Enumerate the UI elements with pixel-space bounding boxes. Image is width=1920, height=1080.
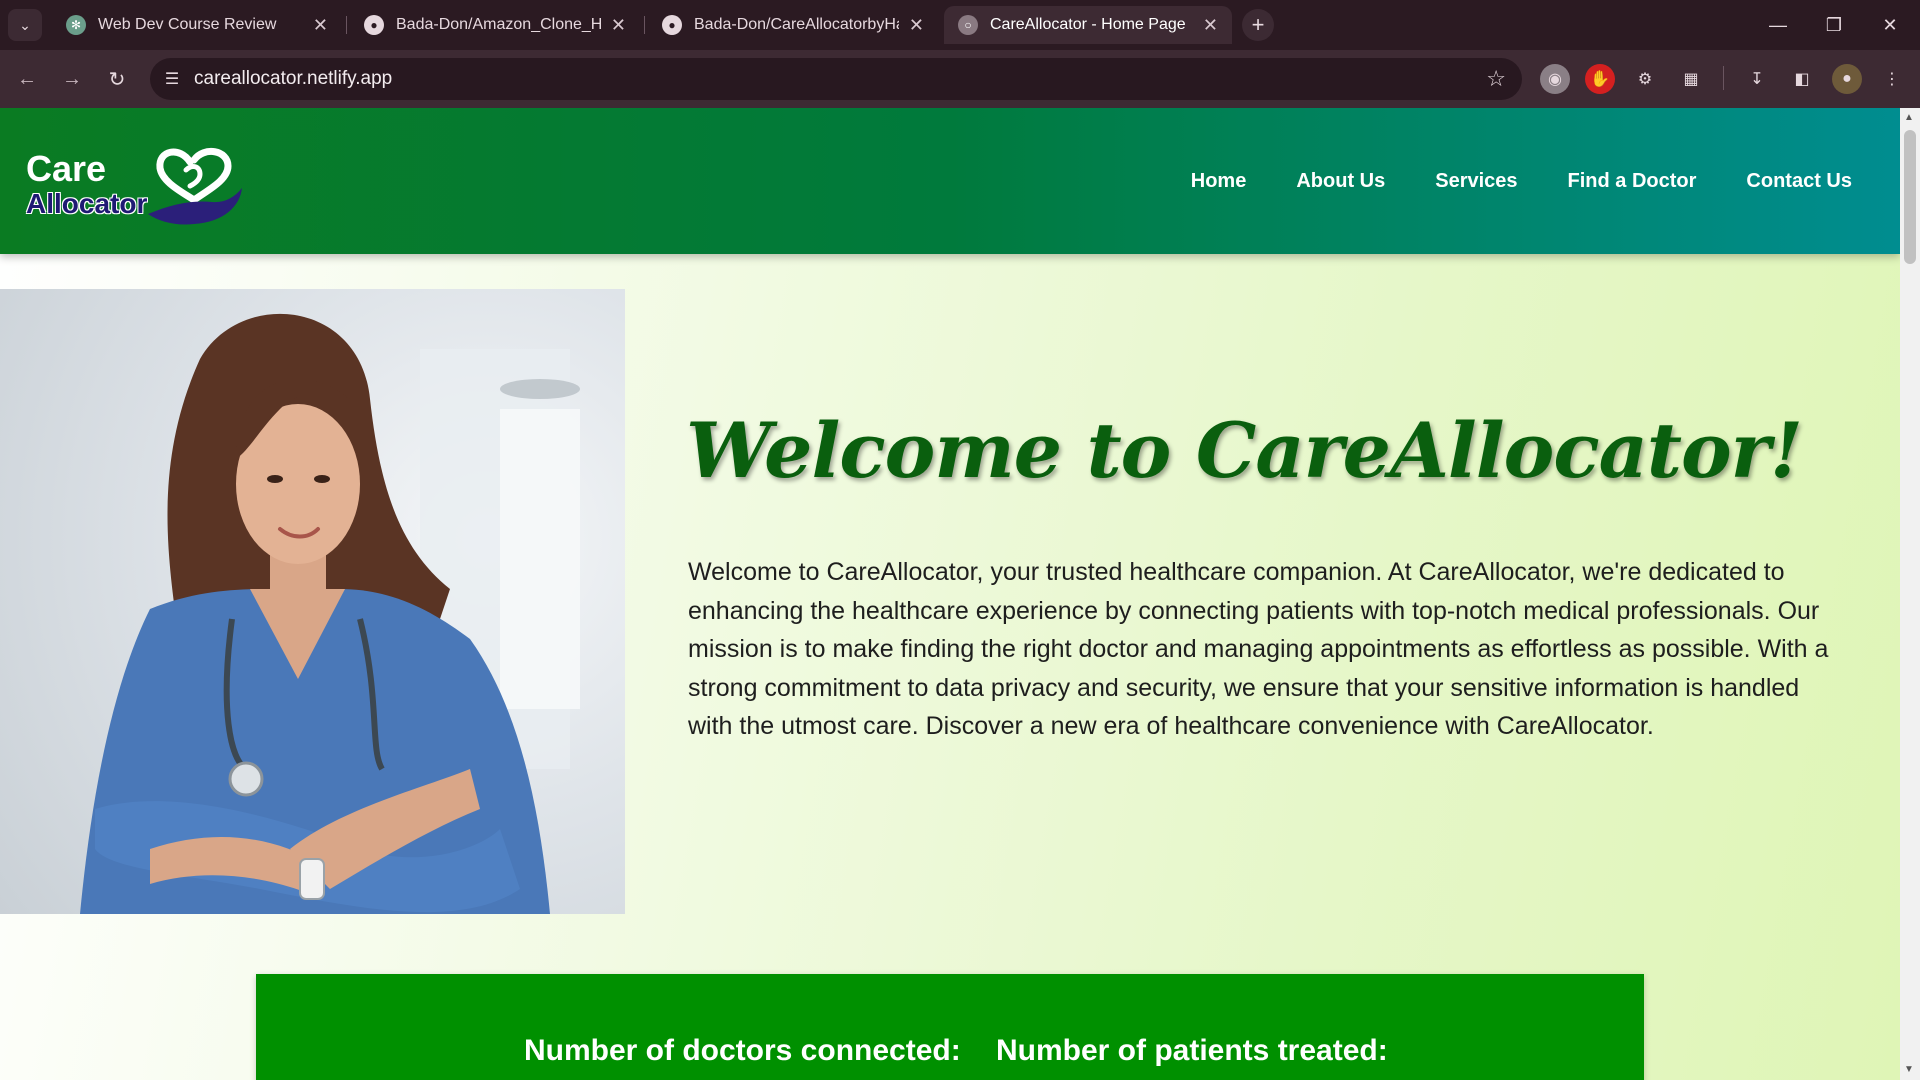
toolbar-divider xyxy=(1723,66,1724,90)
close-icon[interactable]: ✕ xyxy=(611,15,626,36)
web-page: Care Allocator Home About Us Services Fi… xyxy=(0,108,1900,1080)
download-icon[interactable]: ↧ xyxy=(1742,64,1772,94)
browser-tab[interactable]: ✻ Web Dev Course Review ✕ xyxy=(52,6,342,44)
github-icon: ● xyxy=(662,15,682,35)
stats-banner: Number of doctors connected: Number of p… xyxy=(256,974,1644,1080)
globe-icon: ○ xyxy=(958,15,978,35)
browser-tab-active[interactable]: ○ CareAllocator - Home Page ✕ xyxy=(944,6,1232,44)
tab-search-button[interactable]: ⌄ xyxy=(8,9,42,41)
restore-icon: ❐ xyxy=(1825,14,1843,35)
plus-icon: + xyxy=(1251,12,1265,37)
tab-title: CareAllocator - Home Page xyxy=(990,16,1186,33)
nurse-illustration xyxy=(80,313,580,914)
bookmark-star-icon[interactable]: ☆ xyxy=(1486,66,1506,92)
heart-hand-logo-icon xyxy=(148,148,242,225)
minimize-icon: — xyxy=(1769,14,1787,35)
new-tab-button[interactable]: + xyxy=(1242,9,1274,41)
close-icon[interactable]: ✕ xyxy=(909,15,924,36)
browser-toolbar: ← → ↻ ☰ careallocator.netlify.app ☆ ◉ ✋ … xyxy=(0,50,1920,108)
logo-text-care: Care xyxy=(26,148,107,189)
tab-title: Web Dev Course Review xyxy=(98,16,277,33)
minimize-button[interactable]: — xyxy=(1758,8,1798,42)
forward-button[interactable]: → xyxy=(55,62,89,96)
logo-text-allocator: Allocator xyxy=(26,188,148,219)
patients-treated-label: Number of patients treated: xyxy=(996,1034,1388,1067)
close-window-button[interactable]: ✕ xyxy=(1870,8,1910,42)
site-logo[interactable]: Care Allocator xyxy=(26,140,256,230)
scroll-up-arrow-icon[interactable]: ▲ xyxy=(1904,112,1914,123)
arrow-left-icon: ← xyxy=(17,67,37,90)
url-text[interactable]: careallocator.netlify.app xyxy=(194,68,392,90)
browser-tab[interactable]: ● Bada-Don/Amazon_Clone_Har ✕ xyxy=(350,6,640,44)
tab-title: Bada-Don/CareAllocatorbyHar xyxy=(694,16,899,33)
hero-nurse-image xyxy=(0,289,625,914)
tab-title: Bada-Don/Amazon_Clone_Har xyxy=(396,16,601,33)
chatgpt-icon: ✻ xyxy=(66,15,86,35)
side-panel-icon[interactable]: ◧ xyxy=(1787,64,1817,94)
scroll-down-arrow-icon[interactable]: ▼ xyxy=(1904,1064,1914,1075)
nav-contact-us[interactable]: Contact Us xyxy=(1746,170,1852,193)
extension-gear-icon[interactable]: ⚙ xyxy=(1630,64,1660,94)
chevron-down-icon: ⌄ xyxy=(19,16,31,33)
extension-icon[interactable]: ◉ xyxy=(1540,64,1570,94)
nav-about-us[interactable]: About Us xyxy=(1296,170,1385,193)
browser-tab[interactable]: ● Bada-Don/CareAllocatorbyHar ✕ xyxy=(648,6,938,44)
arrow-right-icon: → xyxy=(62,67,82,90)
main-nav: Home About Us Services Find a Doctor Con… xyxy=(1191,108,1852,254)
doctors-connected-label: Number of doctors connected: xyxy=(524,1034,961,1067)
nav-services[interactable]: Services xyxy=(1435,170,1517,193)
browser-tab-strip: ⌄ ✻ Web Dev Course Review ✕ ● Bada-Don/A… xyxy=(0,0,1920,50)
address-bar[interactable]: ☰ careallocator.netlify.app ☆ xyxy=(150,58,1522,100)
more-menu-icon[interactable]: ⋮ xyxy=(1877,64,1907,94)
page-scrollbar[interactable]: ▲ ▼ xyxy=(1900,108,1920,1080)
tab-divider xyxy=(346,16,347,34)
close-icon[interactable]: ✕ xyxy=(313,15,328,36)
extensions-puzzle-icon[interactable]: ▦ xyxy=(1676,64,1706,94)
tab-divider xyxy=(644,16,645,34)
nav-home[interactable]: Home xyxy=(1191,170,1247,193)
restore-button[interactable]: ❐ xyxy=(1814,8,1854,42)
hero-paragraph: Welcome to CareAllocator, your trusted h… xyxy=(688,558,1829,740)
close-icon[interactable]: ✕ xyxy=(1203,15,1218,36)
close-icon: ✕ xyxy=(1882,14,1898,35)
site-settings-icon[interactable]: ☰ xyxy=(150,69,194,89)
profile-avatar[interactable]: ● xyxy=(1832,64,1862,94)
site-header: Care Allocator Home About Us Services Fi… xyxy=(0,108,1900,254)
scrollbar-thumb[interactable] xyxy=(1904,130,1916,264)
nav-find-a-doctor[interactable]: Find a Doctor xyxy=(1568,170,1697,193)
github-icon: ● xyxy=(364,15,384,35)
extension-adblock-icon[interactable]: ✋ xyxy=(1585,64,1615,94)
reload-button[interactable]: ↻ xyxy=(100,62,134,96)
back-button[interactable]: ← xyxy=(10,62,44,96)
hero-title: Welcome to CareAllocator! xyxy=(686,406,1803,495)
reload-icon: ↻ xyxy=(108,68,126,91)
